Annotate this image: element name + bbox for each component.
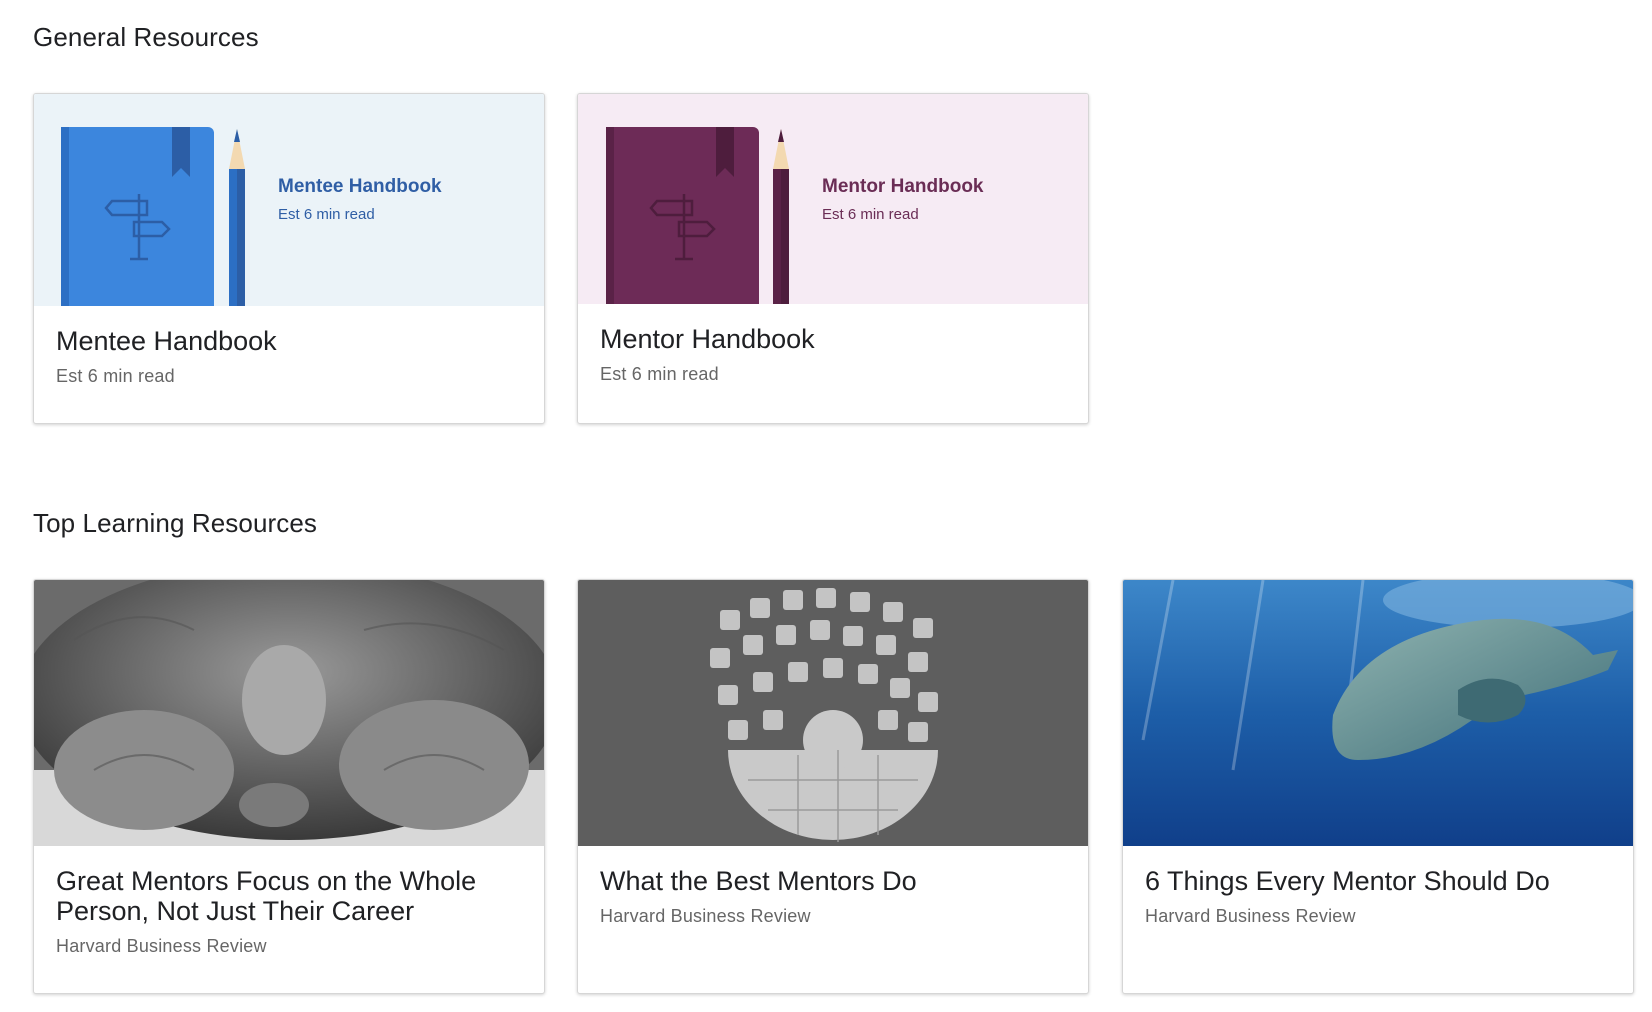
resource-card-best-mentors[interactable]: What the Best Mentors Do Harvard Busines… <box>577 579 1089 994</box>
resource-card-six-things[interactable]: 6 Things Every Mentor Should Do Harvard … <box>1122 579 1634 994</box>
card-title: Mentor Handbook <box>600 324 815 354</box>
card-title: Great Mentors Focus on the Whole Person,… <box>56 866 477 926</box>
section-title-top-learning-resources: Top Learning Resources <box>33 508 318 538</box>
card-thumbnail <box>34 580 544 846</box>
handbook-illustration <box>34 94 544 306</box>
card-thumbnail: Mentee Handbook Est 6 min read <box>34 94 544 306</box>
card-title: Mentee Handbook <box>56 326 277 356</box>
section-title-general-resources: General Resources <box>33 22 259 52</box>
card-subtitle: Harvard Business Review <box>56 936 267 956</box>
card-thumbnail <box>578 580 1088 846</box>
card-subtitle: Est 6 min read <box>56 366 175 386</box>
card-thumbnail <box>1123 580 1633 846</box>
card-title: 6 Things Every Mentor Should Do <box>1145 866 1550 896</box>
puzzle-pieces-photo <box>578 580 1088 846</box>
thumbnail-title: Mentor Handbook <box>822 176 984 197</box>
thumbnail-subtitle: Est 6 min read <box>278 206 375 223</box>
card-subtitle: Est 6 min read <box>600 364 719 384</box>
card-subtitle: Harvard Business Review <box>1145 906 1356 926</box>
whale-photo <box>1123 580 1633 846</box>
tortoise-photo <box>34 580 544 846</box>
handbook-illustration <box>578 94 1088 304</box>
thumbnail-title: Mentee Handbook <box>278 176 442 197</box>
resource-card-mentee-handbook[interactable]: Mentee Handbook Est 6 min read Mentee Ha… <box>33 93 545 424</box>
resource-card-mentor-handbook[interactable]: Mentor Handbook Est 6 min read Mentor Ha… <box>577 93 1089 424</box>
resource-card-great-mentors[interactable]: Great Mentors Focus on the Whole Person,… <box>33 579 545 994</box>
card-subtitle: Harvard Business Review <box>600 906 811 926</box>
card-title: What the Best Mentors Do <box>600 866 917 896</box>
card-thumbnail: Mentor Handbook Est 6 min read <box>578 94 1088 304</box>
thumbnail-subtitle: Est 6 min read <box>822 206 919 223</box>
